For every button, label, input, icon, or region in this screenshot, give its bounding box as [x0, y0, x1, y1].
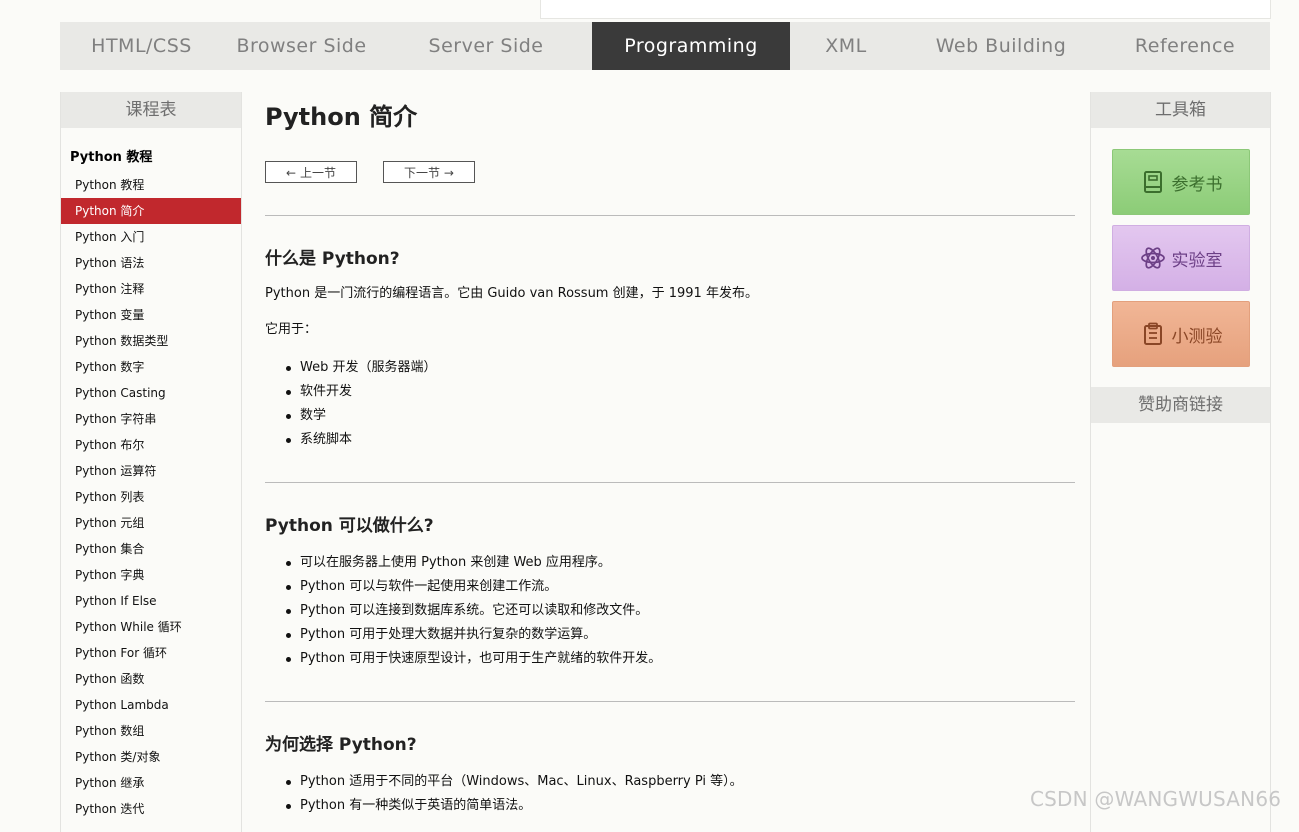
nav-xml[interactable]: XML	[790, 22, 902, 70]
pager: ← 上一节 下一节 →	[265, 161, 1075, 185]
next-button[interactable]: 下一节 →	[383, 161, 475, 183]
top-header-box	[540, 0, 1271, 19]
section-heading-what-can-do: Python 可以做什么?	[265, 516, 434, 536]
list-item: 系统脚本	[265, 428, 1075, 452]
list-item: Python 有一种类似于英语的简单语法。	[265, 794, 1075, 818]
bullet-list: Web 开发（服务器端） 软件开发 数学 系统脚本	[265, 356, 1075, 452]
divider	[265, 482, 1075, 483]
lab-button[interactable]: 实验室	[1112, 225, 1250, 291]
arrow-right-icon: →	[443, 166, 454, 180]
watermark: CSDN @WANGWUSAN66	[1030, 787, 1282, 811]
nav-programming[interactable]: Programming	[592, 22, 790, 70]
section-paragraph: 它用于：	[265, 322, 318, 337]
nav-reference[interactable]: Reference	[1100, 22, 1270, 70]
bullet-list: 可以在服务器上使用 Python 来创建 Web 应用程序。 Python 可以…	[265, 551, 1075, 671]
right-sidebar: 工具箱 参考书 实验室 小测验 赞助商链接	[1090, 92, 1271, 832]
clipboard-icon	[1140, 321, 1166, 347]
section-heading-what-is: 什么是 Python?	[265, 249, 400, 269]
list-item: 软件开发	[265, 380, 1075, 404]
next-label: 下一节	[404, 166, 441, 180]
sidebar-item[interactable]: Python 运算符	[61, 458, 241, 484]
prev-label: 上一节	[299, 166, 336, 180]
sidebar-item[interactable]: Python Casting	[61, 380, 241, 406]
nav-web-building[interactable]: Web Building	[902, 22, 1100, 70]
section-heading-why-python: 为何选择 Python?	[265, 735, 417, 755]
sidebar-item[interactable]: Python 元组	[61, 510, 241, 536]
sidebar-item[interactable]: Python 注释	[61, 276, 241, 302]
page-title: Python 简介	[265, 103, 418, 131]
sidebar-item[interactable]: Python 集合	[61, 536, 241, 562]
sidebar-item[interactable]: Python 迭代	[61, 796, 241, 822]
nav-server-side[interactable]: Server Side	[380, 22, 592, 70]
sidebar-item[interactable]: Python While 循环	[61, 614, 241, 640]
sidebar-item[interactable]: Python 继承	[61, 770, 241, 796]
book-icon	[1140, 169, 1166, 195]
list-item: Python 可用于处理大数据并执行复杂的数学运算。	[265, 623, 1075, 647]
main-content: Python 简介 ← 上一节 下一节 → 什么是 Python? Python…	[265, 92, 1075, 818]
sidebar-heading: 课程表	[61, 92, 241, 128]
sidebar-item[interactable]: Python 布尔	[61, 432, 241, 458]
arrow-left-icon: ←	[286, 166, 297, 180]
sidebar-item[interactable]: Python 字符串	[61, 406, 241, 432]
sidebar-item[interactable]: Python 数组	[61, 718, 241, 744]
list-item: Python 可以与软件一起使用来创建工作流。	[265, 575, 1075, 599]
sidebar-item[interactable]: Python 教程	[61, 172, 241, 198]
reference-book-button[interactable]: 参考书	[1112, 149, 1250, 215]
sponsor-heading: 赞助商链接	[1091, 387, 1270, 423]
sidebar-item[interactable]: Python 类/对象	[61, 744, 241, 770]
list-item: Python 可以连接到数据库系统。它还可以读取和修改文件。	[265, 599, 1075, 623]
list-item: Python 适用于不同的平台（Windows、Mac、Linux、Raspbe…	[265, 770, 1075, 794]
prev-button[interactable]: ← 上一节	[265, 161, 357, 183]
nav-browser-side[interactable]: Browser Side	[223, 22, 380, 70]
divider	[265, 215, 1075, 216]
sidebar-item[interactable]: Python For 循环	[61, 640, 241, 666]
atom-icon	[1140, 245, 1166, 271]
sidebar-item[interactable]: Python 语法	[61, 250, 241, 276]
sidebar-item[interactable]: Python 字典	[61, 562, 241, 588]
list-item: 可以在服务器上使用 Python 来创建 Web 应用程序。	[265, 551, 1075, 575]
list-item: Web 开发（服务器端）	[265, 356, 1075, 380]
sidebar-item[interactable]: Python 入门	[61, 224, 241, 250]
sidebar-group-title: Python 教程	[70, 150, 153, 165]
top-navigation: HTML/CSS Browser Side Server Side Progra…	[60, 22, 1270, 70]
reference-book-label: 参考书	[1171, 174, 1223, 195]
sidebar-item[interactable]: Python 变量	[61, 302, 241, 328]
nav-html-css[interactable]: HTML/CSS	[60, 22, 223, 70]
lab-label: 实验室	[1171, 250, 1223, 271]
list-item: 数学	[265, 404, 1075, 428]
quiz-label: 小测验	[1171, 326, 1223, 347]
sidebar-item[interactable]: Python If Else	[61, 588, 241, 614]
list-item: Python 可用于快速原型设计，也可用于生产就绪的软件开发。	[265, 647, 1075, 671]
bullet-list: Python 适用于不同的平台（Windows、Mac、Linux、Raspbe…	[265, 770, 1075, 818]
divider	[265, 701, 1075, 702]
sidebar-item[interactable]: Python 简介	[61, 198, 241, 224]
sidebar-links: Python 教程 Python 简介 Python 入门 Python 语法 Pyth…	[61, 172, 241, 822]
left-sidebar: 课程表 Python 教程 Python 教程 Python 简介 Python 入…	[60, 92, 242, 832]
toolbox-heading: 工具箱	[1091, 92, 1270, 128]
sidebar-item[interactable]: Python 列表	[61, 484, 241, 510]
sidebar-item[interactable]: Python 数字	[61, 354, 241, 380]
sidebar-item[interactable]: Python 函数	[61, 666, 241, 692]
sidebar-item[interactable]: Python 数据类型	[61, 328, 241, 354]
sidebar-item[interactable]: Python Lambda	[61, 692, 241, 718]
section-paragraph: Python 是一门流行的编程语言。它由 Guido van Rossum 创建…	[265, 286, 758, 301]
quiz-button[interactable]: 小测验	[1112, 301, 1250, 367]
